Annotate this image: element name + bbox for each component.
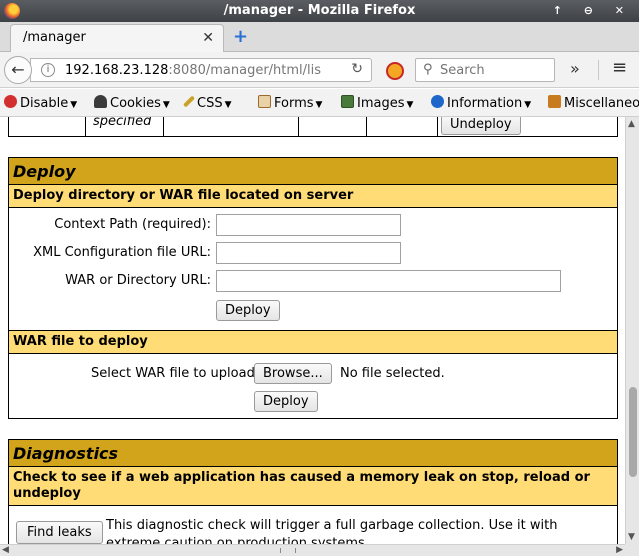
caret-down-icon: ▼ <box>224 100 232 110</box>
forms-icon <box>258 95 271 108</box>
page-content: specified Undeploy Deploy Deploy directo… <box>0 117 625 544</box>
window-titlebar: /manager - Mozilla Firefox ↑ ⊖ ✕ <box>0 0 639 22</box>
applications-table-bottom: specified Undeploy <box>8 117 618 137</box>
cookies-icon <box>94 95 107 108</box>
table-cell-divider <box>8 117 9 137</box>
table-cell-divider <box>163 117 164 137</box>
url-host: 192.168.23.128 <box>65 63 169 78</box>
window-controls[interactable]: ↑ ⊖ ✕ <box>553 0 633 22</box>
deploy-server-heading: Deploy directory or WAR file located on … <box>9 185 617 208</box>
find-leaks-description: This diagnostic check will trigger a ful… <box>106 518 558 544</box>
info-icon[interactable]: i <box>41 63 55 77</box>
diagnostics-section: Diagnostics Check to see if a web applic… <box>8 439 618 544</box>
devbar-information[interactable]: Information ▼ <box>431 95 531 111</box>
devbar-label: Images <box>357 96 405 111</box>
devbar-label: Cookies <box>110 96 161 111</box>
caret-down-icon: ▼ <box>162 100 170 110</box>
miscellaneous-icon <box>548 95 561 108</box>
devbar-forms[interactable]: Forms ▼ <box>258 95 322 111</box>
scroll-up-icon[interactable]: ▲ <box>628 119 635 129</box>
memory-leak-heading: Check to see if a web application has ca… <box>9 467 617 506</box>
context-path-label: Context Path (required): <box>54 217 211 232</box>
deploy-section: Deploy Deploy directory or WAR file loca… <box>8 157 618 419</box>
reload-icon[interactable]: ↻ <box>351 61 363 77</box>
horizontal-scrollbar[interactable]: ◀ ▶ <box>0 544 625 556</box>
table-cell-divider <box>617 117 618 137</box>
horizontal-scroll-grip[interactable] <box>280 548 296 553</box>
scroll-right-icon[interactable]: ▶ <box>616 545 623 555</box>
tab-title: /manager <box>23 30 86 45</box>
diagnostics-title: Diagnostics <box>9 440 617 467</box>
deploy-upload-button[interactable]: Deploy <box>254 391 318 412</box>
url-bar[interactable]: i 192.168.23.128:8080/manager/html/lis ↻ <box>30 58 372 82</box>
firefox-logo-icon <box>4 3 20 19</box>
devbar-label: Disable <box>20 96 69 111</box>
devbar-label: Forms <box>274 96 314 111</box>
tab-strip: /manager ✕ + <box>0 22 639 52</box>
no-file-selected-text: No file selected. <box>340 366 445 381</box>
caret-down-icon: ▼ <box>524 100 532 110</box>
search-input[interactable] <box>440 61 550 79</box>
vertical-scroll-thumb[interactable] <box>629 387 637 477</box>
new-tab-icon[interactable]: + <box>233 26 248 47</box>
devbar-label: CSS <box>197 96 223 111</box>
devbar-css[interactable]: CSS ▼ <box>182 95 232 111</box>
search-bar[interactable]: ⚲ <box>415 58 555 82</box>
devbar-label: Information <box>447 96 523 111</box>
deploy-server-button[interactable]: Deploy <box>216 300 280 321</box>
web-developer-toolbar: Disable ▼ Cookies ▼ CSS ▼ Forms ▼ Images ▼ In… <box>0 89 639 117</box>
table-cell-divider <box>437 117 438 137</box>
context-path-row: Context Path (required): <box>9 214 617 238</box>
deploy-title: Deploy <box>9 158 617 185</box>
caret-down-icon: ▼ <box>406 100 414 110</box>
tab-close-icon[interactable]: ✕ <box>202 30 214 46</box>
browse-button[interactable]: Browse... <box>254 363 332 384</box>
table-cell-divider <box>298 117 299 137</box>
disable-icon <box>4 95 17 108</box>
css-wand-icon <box>182 95 196 108</box>
caret-down-icon: ▼ <box>315 100 323 110</box>
devbar-disable[interactable]: Disable ▼ <box>4 95 77 111</box>
noscript-icon[interactable] <box>386 62 404 80</box>
undeploy-button[interactable]: Undeploy <box>441 117 521 135</box>
vertical-scrollbar[interactable]: ▲ ▼ <box>625 117 639 544</box>
war-url-row: WAR or Directory URL: <box>9 270 617 294</box>
xml-config-input[interactable] <box>216 242 401 264</box>
tab-manager[interactable]: /manager ✕ <box>10 24 224 52</box>
context-path-input[interactable] <box>216 214 401 236</box>
images-icon <box>341 95 354 108</box>
devbar-cookies[interactable]: Cookies ▼ <box>94 95 170 111</box>
back-button[interactable]: ← <box>4 56 32 84</box>
xml-config-label: XML Configuration file URL: <box>33 245 211 260</box>
devbar-images[interactable]: Images ▼ <box>341 95 413 111</box>
scroll-left-icon[interactable]: ◀ <box>2 545 9 555</box>
window-title: /manager - Mozilla Firefox <box>223 3 416 18</box>
devbar-label: Miscellaneo <box>564 96 639 111</box>
war-upload-heading: WAR file to deploy <box>9 330 617 354</box>
select-war-label: Select WAR file to upload <box>91 366 255 381</box>
url-text[interactable]: 192.168.23.128:8080/manager/html/lis <box>65 63 345 78</box>
search-icon: ⚲ <box>423 62 433 77</box>
hamburger-menu-icon[interactable]: ≡ <box>612 57 627 78</box>
war-url-input[interactable] <box>216 270 561 292</box>
overflow-chevron-icon[interactable]: » <box>570 59 580 78</box>
scrollbar-corner <box>625 544 639 556</box>
scroll-down-icon[interactable]: ▼ <box>628 532 635 542</box>
table-cell-divider <box>85 117 86 137</box>
find-leaks-button[interactable]: Find leaks <box>16 521 103 544</box>
url-path: :8080/manager/html/lis <box>168 63 322 78</box>
caret-down-icon: ▼ <box>70 100 78 110</box>
toolbar-divider <box>598 60 599 80</box>
xml-config-row: XML Configuration file URL: <box>9 242 617 266</box>
session-timeout-text: specified <box>93 117 152 129</box>
information-icon <box>431 95 444 108</box>
table-cell-divider <box>366 117 367 137</box>
navigation-bar: i 192.168.23.128:8080/manager/html/lis ↻… <box>0 52 639 88</box>
devbar-miscellaneous[interactable]: Miscellaneo <box>548 95 639 111</box>
war-url-label: WAR or Directory URL: <box>65 273 211 288</box>
